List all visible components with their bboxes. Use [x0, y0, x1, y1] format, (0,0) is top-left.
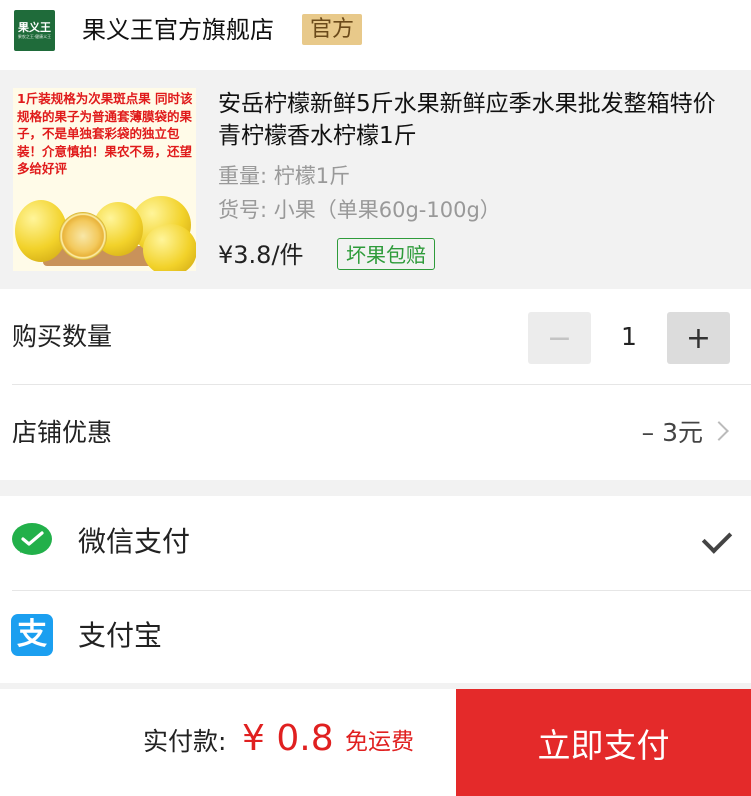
lemon-slice-shape [59, 212, 107, 260]
store-logo-text: 果义王 [18, 20, 51, 34]
product-title[interactable]: 安岳柠檬新鲜5斤水果新鲜应季水果批发整箱特价青柠檬香水柠檬1斤 [218, 88, 723, 152]
section-gap [0, 480, 751, 496]
guarantee-badge: 坏果包赔 [337, 238, 435, 270]
store-name[interactable]: 果义王官方旗舰店 [82, 14, 274, 46]
alipay-label: 支付宝 [78, 619, 163, 652]
total-label: 实付款: [143, 727, 227, 756]
store-logo-subtext: 果农之王·健康义王 [17, 33, 52, 39]
store-header: 果义王 果农之王·健康义王 果义王官方旗舰店 官方 [0, 0, 751, 70]
quantity-label: 购买数量 [12, 322, 113, 351]
quantity-value[interactable]: 1 [600, 320, 658, 354]
product-spec-item: 货号: 小果（单果60g-100g） [218, 198, 501, 222]
discount-label: 店铺优惠 [12, 418, 113, 447]
lemon-shape [143, 224, 196, 271]
wechat-pay-label: 微信支付 [78, 525, 191, 558]
product-spec-weight: 重量: 柠檬1斤 [218, 164, 351, 188]
quantity-decrease-button[interactable]: − [528, 312, 591, 364]
alipay-icon: 支 [11, 614, 53, 656]
discount-value[interactable]: – 3元 [642, 416, 703, 450]
total-amount: ¥ 0.8 [242, 718, 334, 759]
wechat-pay-icon [12, 523, 52, 555]
product-price: ¥3.8/件 [218, 241, 304, 269]
store-logo[interactable]: 果义王 果农之王·健康义王 [14, 10, 55, 51]
discount-row[interactable] [0, 385, 751, 480]
quantity-increase-button[interactable]: + [667, 312, 730, 364]
product-image-text: 1斤装规格为次果斑点果 同时该规格的果子为普通套薄膜袋的果子，不是单独套彩袋的独… [17, 91, 193, 176]
free-shipping-note: 免运费 [345, 729, 414, 755]
official-badge: 官方 [302, 14, 363, 45]
pay-now-button[interactable]: 立即支付 [456, 689, 751, 796]
product-card: 1斤装规格为次果斑点果 同时该规格的果子为普通套薄膜袋的果子，不是单独套彩袋的独… [0, 70, 751, 289]
product-image[interactable]: 1斤装规格为次果斑点果 同时该规格的果子为普通套薄膜袋的果子，不是单独套彩袋的独… [13, 88, 196, 271]
checkout-footer: 实付款: ¥ 0.8 免运费 立即支付 [0, 689, 751, 796]
